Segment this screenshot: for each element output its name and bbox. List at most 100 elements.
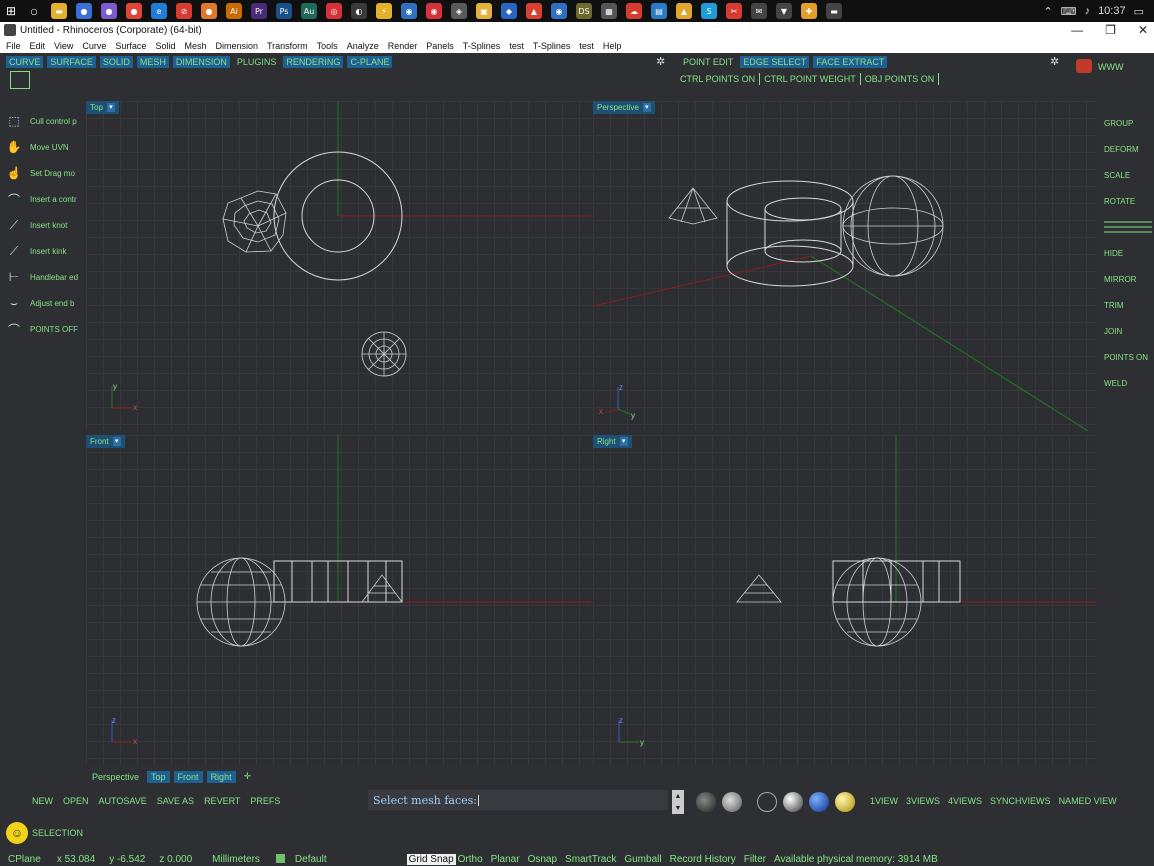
menu-tsplines[interactable]: T-Splines (463, 41, 501, 51)
www-button[interactable]: WWW (1098, 62, 1123, 72)
tab-front[interactable]: Front (173, 770, 203, 783)
menu-dimension[interactable]: Dimension (215, 41, 258, 51)
synchviews-button[interactable]: SYNCHVIEWS (990, 796, 1051, 806)
ctrl-points-on-button[interactable]: CTRL POINTS ON (676, 73, 761, 85)
www-icon[interactable] (1076, 59, 1092, 73)
app-icon[interactable]: ◐ (351, 3, 367, 19)
tab-curve[interactable]: CURVE (6, 56, 44, 68)
zoom-icon[interactable] (696, 792, 716, 812)
prefs-button[interactable]: PREFS (250, 796, 280, 806)
chevron-down-icon[interactable]: ▼ (675, 805, 682, 812)
gear-icon[interactable]: ✲ (1050, 55, 1059, 68)
close-button[interactable]: ✕ (1138, 23, 1148, 37)
gumball-toggle[interactable]: Gumball (624, 854, 661, 865)
app-icon[interactable]: ◉ (401, 3, 417, 19)
revert-button[interactable]: REVERT (204, 796, 240, 806)
tab-top[interactable]: Top (147, 770, 170, 783)
menu-edit[interactable]: Edit (30, 41, 46, 51)
ghosted-mode-icon[interactable] (835, 792, 855, 812)
grid-icon[interactable] (10, 71, 30, 89)
viewport-right[interactable]: Right ▾ z y (593, 435, 1096, 765)
chevron-down-icon[interactable]: ▾ (619, 437, 628, 446)
right-tool-join[interactable]: JOIN (1098, 318, 1154, 344)
audition-icon[interactable]: Au (301, 3, 317, 19)
grid-snap-toggle[interactable]: Grid Snap (406, 853, 456, 865)
tab-face-extract[interactable]: FACE EXTRACT (813, 56, 888, 68)
right-tool-scale[interactable]: SCALE (1098, 162, 1154, 188)
menu-panels[interactable]: Panels (426, 41, 454, 51)
menu-help[interactable]: Help (603, 41, 622, 51)
restore-button[interactable]: ❐ (1105, 23, 1116, 37)
menu-solid[interactable]: Solid (155, 41, 175, 51)
app-icon[interactable]: ◉ (426, 3, 442, 19)
skype-icon[interactable]: S (701, 3, 717, 19)
app-icon[interactable]: ▬ (826, 3, 842, 19)
minimize-button[interactable]: — (1071, 23, 1083, 37)
left-tool-item[interactable]: ⊢ Handlebar ed (0, 264, 84, 290)
viewport-label-front[interactable]: Front ▾ (86, 435, 125, 448)
app-icon[interactable]: ▤ (651, 3, 667, 19)
mail-icon[interactable]: ✉ (751, 3, 767, 19)
chevron-up-icon[interactable]: ▲ (675, 793, 682, 800)
app-icon[interactable]: ● (101, 3, 117, 19)
tab-point-edit[interactable]: POINT EDIT (680, 56, 736, 68)
viewport-front[interactable]: Front ▾ z x (86, 435, 591, 765)
app-icon[interactable]: ◎ (326, 3, 342, 19)
viewport-label-perspective[interactable]: Perspective ▾ (593, 101, 655, 114)
viewport-label-top[interactable]: Top ▾ (86, 101, 119, 114)
left-tool-item[interactable]: ⟋ Insert knot (0, 212, 84, 238)
right-tool-rotate[interactable]: ROTATE (1098, 188, 1154, 214)
menu-analyze[interactable]: Analyze (347, 41, 379, 51)
right-tool-deform[interactable]: DEFORM (1098, 136, 1154, 162)
tab-right[interactable]: Right (206, 770, 236, 783)
gear-icon[interactable]: ✲ (656, 55, 665, 68)
record-history-toggle[interactable]: Record History (670, 854, 736, 865)
app-icon[interactable]: ▣ (476, 3, 492, 19)
tab-cplane[interactable]: C-PLANE (347, 56, 393, 68)
menu-surface[interactable]: Surface (115, 41, 146, 51)
3views-button[interactable]: 3VIEWS (906, 796, 940, 806)
osnap-toggle[interactable]: Osnap (528, 854, 557, 865)
planar-toggle[interactable]: Planar (491, 854, 520, 865)
menu-view[interactable]: View (54, 41, 73, 51)
selection-control[interactable]: ☺ SELECTION (6, 822, 83, 844)
tab-perspective[interactable]: Perspective (88, 771, 143, 783)
smiley-icon[interactable]: ☺ (6, 822, 28, 844)
command-history-scroll[interactable]: ▲ ▼ (672, 790, 684, 814)
premiere-icon[interactable]: Pr (251, 3, 267, 19)
open-button[interactable]: OPEN (63, 796, 89, 806)
add-viewport-icon[interactable]: ✛ (240, 770, 256, 783)
chrome-icon[interactable]: ● (126, 3, 142, 19)
notifications-icon[interactable]: ▭ (1134, 5, 1144, 18)
search-icon[interactable]: ○ (26, 3, 42, 19)
viewport-label-right[interactable]: Right ▾ (593, 435, 632, 448)
menu-tools[interactable]: Tools (317, 41, 338, 51)
viewport-top[interactable]: Top ▾ y x (86, 101, 591, 431)
app-icon[interactable]: ⊘ (176, 3, 192, 19)
app-icon[interactable]: DS (576, 3, 592, 19)
app-icon[interactable]: ◈ (451, 3, 467, 19)
status-units[interactable]: Millimeters (212, 854, 260, 865)
app-icon[interactable]: ▼ (776, 3, 792, 19)
left-tool-item[interactable]: ⟋ Insert kink (0, 238, 84, 264)
right-tool-trim[interactable]: TRIM (1098, 292, 1154, 318)
tab-plugins[interactable]: PLUGINS (234, 56, 280, 68)
menu-file[interactable]: File (6, 41, 21, 51)
app-icon[interactable]: ⚡ (376, 3, 392, 19)
right-tool-mirror[interactable]: MIRROR (1098, 266, 1154, 292)
volume-icon[interactable]: ♪ (1085, 5, 1091, 17)
menu-mesh[interactable]: Mesh (184, 41, 206, 51)
app-icon[interactable]: ● (76, 3, 92, 19)
left-tool-item[interactable]: ☝ Set Drag mo (0, 160, 84, 186)
zoom-extents-icon[interactable] (722, 792, 742, 812)
new-button[interactable]: NEW (32, 796, 53, 806)
edge-icon[interactable]: e (151, 3, 167, 19)
menu-test[interactable]: test (509, 41, 524, 51)
4views-button[interactable]: 4VIEWS (948, 796, 982, 806)
left-tool-item[interactable]: ⌒ Insert a contr (0, 186, 84, 212)
firefox-icon[interactable]: ● (201, 3, 217, 19)
obj-points-on-button[interactable]: OBJ POINTS ON (861, 73, 940, 85)
command-line[interactable]: Select mesh faces: (368, 790, 668, 810)
left-tool-item[interactable]: ✋ Move UVN (0, 134, 84, 160)
right-tool-points-on[interactable]: POINTS ON (1098, 344, 1154, 370)
